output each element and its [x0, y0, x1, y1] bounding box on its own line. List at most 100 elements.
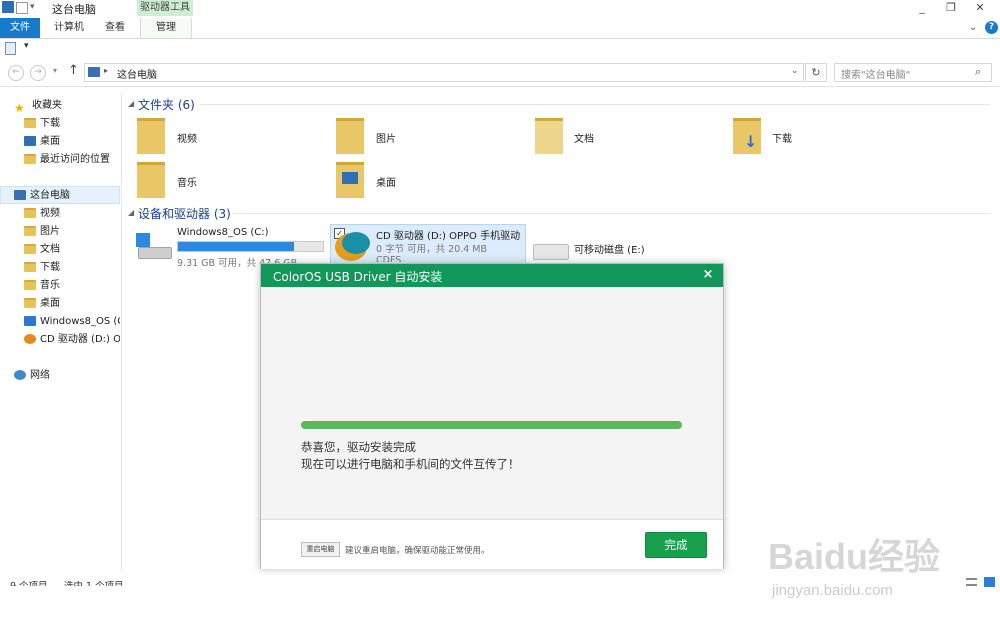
nav-item-drive-c[interactable]: Windows8_OS (C:	[24, 313, 120, 330]
installer-dialog: ColorOS USB Driver 自动安装 × 恭喜您，驱动安装完成 现在可…	[260, 263, 724, 569]
nav-item-label: 下载	[40, 262, 60, 273]
nav-item-label: 最近访问的位置	[40, 154, 110, 165]
folder-pictures-label[interactable]: 图片	[376, 130, 396, 145]
cd-drive-icon	[24, 334, 36, 344]
properties-icon[interactable]	[16, 2, 28, 14]
nav-favorites[interactable]: ★ 收藏夹	[14, 97, 134, 114]
nav-item-label: 文档	[40, 244, 60, 255]
nav-item-pictures[interactable]: 图片	[24, 223, 144, 240]
nav-network-label: 网络	[30, 370, 50, 381]
drive-d-name[interactable]: CD 驱动器 (D:) OPPO 手机驱动	[376, 227, 520, 242]
qat-dropdown-icon[interactable]: ▾	[30, 2, 35, 12]
folder-music-icon	[24, 280, 36, 290]
qat-customize-icon[interactable]: ▾	[24, 41, 29, 51]
windows-drive-icon[interactable]	[136, 233, 172, 259]
desktop-overlay-icon	[342, 172, 358, 184]
folder-downloads-label[interactable]: 下载	[772, 130, 792, 145]
folder-music-label[interactable]: 音乐	[177, 174, 197, 189]
network-icon	[14, 370, 26, 380]
dialog-message-detail: 现在可以进行电脑和手机间的文件互传了！	[301, 457, 520, 471]
large-icons-view-icon[interactable]	[984, 577, 995, 587]
desktop-icon	[24, 136, 36, 146]
dialog-footer: 重启电脑 建议重启电脑，确保驱动能正常使用。 完成	[261, 519, 723, 569]
nav-item-label: 图片	[40, 226, 60, 237]
search-input[interactable]: 搜索"这台电脑"	[841, 66, 910, 81]
removable-drive-icon[interactable]	[533, 244, 569, 260]
nav-item-recent[interactable]: 最近访问的位置	[24, 151, 144, 168]
folder-download-icon	[24, 262, 36, 272]
dialog-title: ColorOS USB Driver 自动安装	[273, 270, 443, 284]
nav-item-label: 桌面	[40, 136, 60, 147]
tab-manage[interactable]: 管理	[140, 18, 192, 38]
folder-documents-label[interactable]: 文档	[574, 130, 594, 145]
drive-c-name[interactable]: Windows8_OS (C:)	[177, 227, 269, 238]
nav-item-music[interactable]: 音乐	[24, 277, 144, 294]
context-tab-drive-tools: 驱动器工具	[137, 0, 193, 16]
install-progress-bar	[301, 421, 682, 429]
nav-this-pc-label: 这台电脑	[30, 190, 70, 201]
folder-videos-label[interactable]: 视频	[177, 130, 197, 145]
search-box[interactable]: 搜索"这台电脑" ⌕	[834, 63, 992, 82]
nav-favorites-label: 收藏夹	[32, 100, 62, 111]
tab-computer[interactable]: 计算机	[45, 18, 93, 38]
restore-button[interactable]: ❐	[941, 1, 961, 15]
tab-file[interactable]: 文件	[0, 18, 40, 38]
restart-note: 建议重启电脑，确保驱动能正常使用。	[345, 546, 490, 556]
download-arrow-icon: ↓	[744, 132, 758, 151]
drive-e-name[interactable]: 可移动磁盘 (E:)	[574, 241, 645, 256]
section-divider	[232, 213, 990, 214]
refresh-button[interactable]: ↻	[805, 63, 827, 82]
folder-pictures-icon[interactable]	[336, 118, 364, 154]
hard-drive-icon	[138, 247, 172, 259]
dialog-close-icon[interactable]: ×	[701, 267, 715, 282]
folder-desktop-label[interactable]: 桌面	[376, 174, 396, 189]
breadcrumb-location[interactable]: 这台电脑	[117, 66, 157, 81]
drive-d-space: 0 字节 可用，共 20.4 MB	[376, 244, 487, 255]
restart-computer-button[interactable]: 重启电脑	[301, 542, 340, 557]
properties-small-icon[interactable]	[5, 42, 16, 55]
folder-download-icon	[24, 118, 36, 128]
status-selected: 选中 1 个项目	[64, 578, 124, 586]
drive-c-usage-bar	[177, 241, 324, 252]
nav-item-desktop[interactable]: 桌面	[24, 133, 144, 150]
collapse-arrow-icon[interactable]: ◢	[128, 99, 134, 108]
address-bar[interactable]: ▸ 这台电脑 ⌄	[84, 63, 804, 82]
tab-view[interactable]: 查看	[100, 18, 130, 38]
dialog-message-success: 恭喜您，驱动安装完成	[301, 440, 416, 454]
nav-item-drive-d[interactable]: CD 驱动器 (D:) OP	[24, 331, 120, 348]
recent-locations-icon[interactable]: ▾	[53, 66, 57, 75]
folder-music-icon[interactable]	[137, 162, 165, 198]
star-icon: ★	[14, 101, 25, 114]
up-arrow-icon[interactable]: ↑	[68, 63, 79, 78]
help-icon[interactable]: ?	[985, 21, 998, 34]
nav-item-documents[interactable]: 文档	[24, 241, 144, 258]
finish-button[interactable]: 完成	[645, 532, 707, 558]
folder-documents-icon[interactable]	[535, 118, 563, 154]
folder-desktop-icon	[24, 298, 36, 308]
back-button[interactable]: ←	[8, 65, 24, 81]
nav-item-videos[interactable]: 视频	[24, 205, 144, 222]
nav-network[interactable]: 网络	[14, 367, 134, 384]
ribbon-expand-icon[interactable]: ⌄	[969, 22, 977, 33]
folders-section-header[interactable]: 文件夹 (6)	[138, 96, 195, 113]
folder-videos-icon[interactable]	[137, 118, 165, 154]
nav-this-pc[interactable]: 这台电脑	[14, 187, 134, 204]
status-item-count: 9 个项目	[10, 578, 48, 586]
forward-button[interactable]: →	[30, 65, 46, 81]
nav-item-downloads-pc[interactable]: 下载	[24, 259, 144, 276]
nav-item-downloads[interactable]: 下载	[24, 115, 144, 132]
close-window-button[interactable]: ✕	[970, 1, 990, 15]
pc-icon	[2, 1, 14, 13]
address-dropdown-icon[interactable]: ⌄	[791, 66, 799, 76]
nav-item-label: CD 驱动器 (D:) OP	[40, 334, 120, 345]
install-progress-fill	[301, 421, 682, 429]
watermark: Baidu经验 jingyan.baidu.com	[768, 518, 968, 608]
nav-item-label: 音乐	[40, 280, 60, 291]
folder-pictures-icon	[24, 226, 36, 236]
watermark-brand: Baidu经验	[768, 536, 941, 577]
search-icon[interactable]: ⌕	[975, 65, 981, 79]
devices-section-header[interactable]: 设备和驱动器 (3)	[138, 205, 231, 222]
nav-item-desktop-pc[interactable]: 桌面	[24, 295, 144, 312]
collapse-arrow-icon[interactable]: ◢	[128, 208, 134, 217]
minimize-button[interactable]: _	[912, 1, 932, 15]
